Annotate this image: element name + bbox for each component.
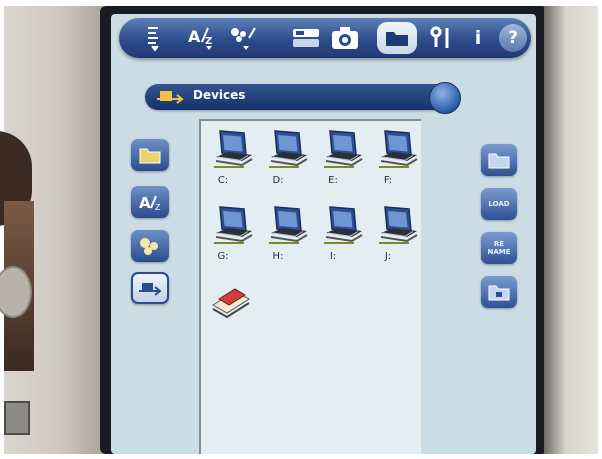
device-path-icon: [157, 91, 184, 104]
drive-label: E:: [328, 175, 338, 186]
info-icon[interactable]: i: [465, 22, 491, 54]
location-label: Devices: [193, 88, 246, 102]
settings-icon[interactable]: [423, 22, 459, 54]
drive-label: I:: [329, 251, 337, 262]
drive-icon: [269, 130, 308, 168]
drive-label: G:: [217, 251, 229, 262]
rename-label-line1: RE: [493, 240, 505, 248]
help-icon[interactable]: ?: [499, 24, 527, 52]
device-icon: [139, 283, 162, 296]
drive-item[interactable]: D:: [262, 127, 316, 193]
info-glyph: i: [474, 27, 482, 49]
device-frame-right: [544, 6, 598, 454]
folder-icon: [139, 148, 161, 164]
drive-item[interactable]: I:: [317, 203, 371, 269]
drive-icon: [379, 130, 418, 168]
rename-button[interactable]: RE NAME: [481, 232, 517, 264]
devices-button[interactable]: [131, 272, 169, 304]
drive-icon: [379, 206, 418, 244]
drive-label: F:: [383, 175, 393, 186]
svg-text:A: A: [188, 27, 201, 46]
drive-label: H:: [272, 251, 284, 262]
usb-drive-item[interactable]: [209, 279, 253, 323]
folder-icon: [386, 32, 408, 46]
flowers-icon[interactable]: [227, 22, 263, 54]
drive-item[interactable]: J:: [372, 203, 426, 269]
flowers-icon: [140, 238, 158, 255]
embroidery-view-button[interactable]: [131, 230, 169, 262]
load-label: LOAD: [488, 200, 510, 208]
sort-name-button[interactable]: AZ: [131, 186, 169, 218]
drive-icon: [269, 206, 308, 244]
drive-icon: [324, 206, 363, 244]
drive-label: C:: [217, 175, 229, 186]
device-frame-left: [0, 6, 104, 454]
drive-label: D:: [272, 175, 284, 186]
rename-label-line2: NAME: [487, 248, 511, 256]
svg-text:Z: Z: [205, 36, 212, 47]
open-folder-button[interactable]: [481, 144, 517, 176]
drive-item[interactable]: H:: [262, 203, 316, 269]
location-bar: Devices: [145, 84, 455, 110]
location-up-button[interactable]: [429, 82, 461, 114]
svg-text:Z: Z: [155, 203, 161, 212]
drive-item[interactable]: C:: [207, 127, 261, 193]
lcd-screen: AZ i ? Devices AZ C: D: E: F: G: H: I: J…: [111, 14, 536, 454]
drive-label: J:: [384, 251, 392, 262]
az-sort-icon[interactable]: AZ: [183, 22, 219, 54]
drive-item[interactable]: G:: [207, 203, 261, 269]
top-toolbar: AZ i ?: [119, 18, 531, 58]
folder-save-icon: [488, 285, 510, 301]
camera-icon[interactable]: [327, 22, 363, 54]
drive-icon: [214, 130, 253, 168]
save-folder-button[interactable]: [481, 276, 517, 308]
drive-item[interactable]: F:: [372, 127, 426, 193]
list-sort-icon[interactable]: [137, 22, 173, 54]
toggle-icon[interactable]: [289, 22, 323, 54]
file-list: C: D: E: F: G: H: I: J:: [199, 119, 421, 454]
drive-icon: [324, 130, 363, 168]
drive-item[interactable]: E:: [317, 127, 371, 193]
tab-folder[interactable]: [377, 22, 417, 54]
frame-plug: [4, 401, 30, 435]
az-sort-icon: AZ: [139, 194, 161, 212]
folder-icon: [488, 153, 510, 169]
usb-media-icon: [212, 288, 250, 319]
drive-icon: [214, 206, 253, 244]
svg-text:A: A: [139, 194, 151, 212]
load-button[interactable]: LOAD: [481, 188, 517, 220]
browse-folder-button[interactable]: [131, 139, 169, 171]
